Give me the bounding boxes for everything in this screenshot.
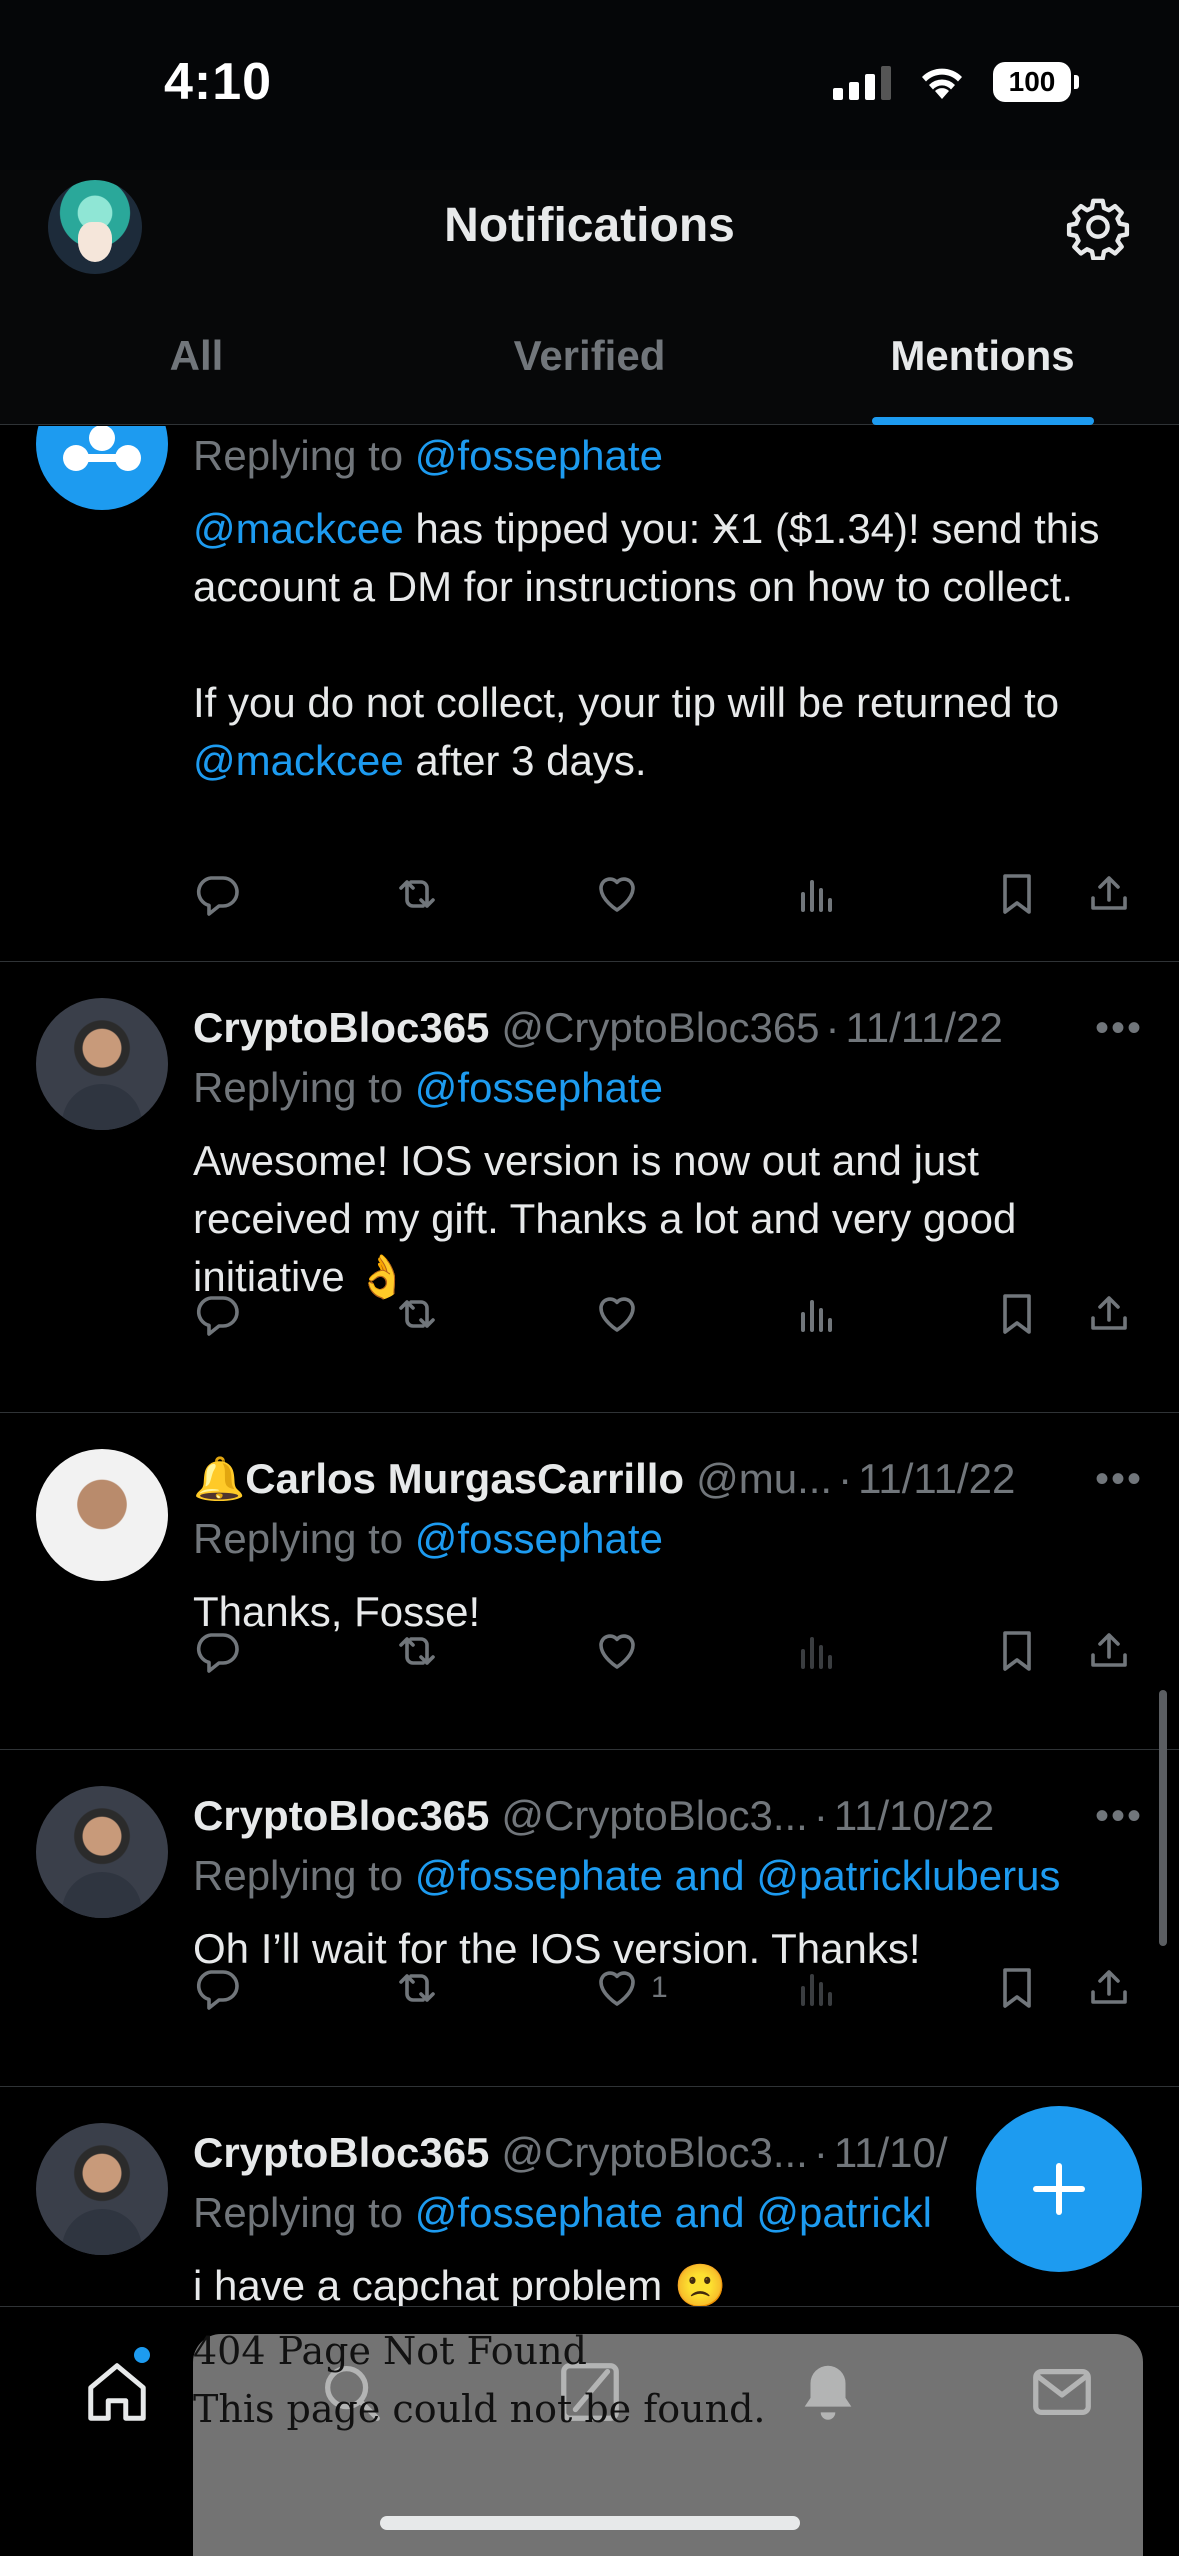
- tweet-actions: [193, 1284, 1139, 1344]
- wifi-icon: [922, 68, 962, 99]
- page-title: Notifications: [444, 199, 735, 252]
- battery-icon: 100: [993, 62, 1079, 102]
- tweet-text: i have a capchat problem 🙁: [193, 2262, 727, 2306]
- handle: @CryptoBloc365: [501, 1004, 820, 1051]
- tweet[interactable]: Replying to @fossephate @mackcee has tip…: [0, 426, 1179, 962]
- retweet-icon[interactable]: [393, 1958, 441, 2018]
- tweet-header: CryptoBloc365 @CryptoBloc3... · 11/10/22: [193, 1792, 995, 1840]
- tweet-text: @mackcee has tipped you: Ӿ1 ($1.34)! sen…: [193, 505, 1100, 610]
- mention-link[interactable]: @mackcee: [193, 505, 404, 552]
- bookmark-icon[interactable]: [993, 1284, 1041, 1344]
- home-icon[interactable]: [82, 2357, 152, 2427]
- avatar[interactable]: [36, 426, 168, 510]
- tab-mentions[interactable]: Mentions: [786, 320, 1179, 425]
- tab-verified[interactable]: Verified: [393, 320, 786, 425]
- handle: @CryptoBloc3...: [501, 1792, 808, 1839]
- scrollbar[interactable]: [1159, 1690, 1167, 1946]
- status-icons: 100: [833, 62, 1079, 102]
- avatar[interactable]: [36, 1786, 168, 1918]
- status-time: 4:10: [164, 53, 273, 111]
- reply-context: Replying to @fossephate: [193, 1064, 663, 1112]
- like-icon[interactable]: 1: [593, 1958, 668, 2018]
- reply-mention-link[interactable]: @fossephate: [415, 1515, 663, 1563]
- share-icon[interactable]: [1085, 1621, 1133, 1681]
- tweet-date: 11/10/: [833, 2129, 948, 2176]
- retweet-icon[interactable]: [393, 1621, 441, 1681]
- like-count: 1: [651, 1971, 668, 2004]
- notifications-header: Notifications All Verified Mentions: [0, 170, 1179, 425]
- retweet-icon[interactable]: [393, 1284, 441, 1344]
- reply-icon[interactable]: [193, 864, 241, 924]
- compose-icon[interactable]: [976, 2106, 1142, 2272]
- like-icon[interactable]: [593, 1621, 641, 1681]
- reply-icon[interactable]: [193, 1621, 241, 1681]
- views-icon[interactable]: [793, 1621, 841, 1681]
- share-icon[interactable]: [1085, 864, 1133, 924]
- tweet-date: 11/11/22: [858, 1455, 1016, 1502]
- tweet-actions: [193, 1621, 1139, 1681]
- status-bar: 4:10 100: [0, 0, 1179, 170]
- tweet-actions: [193, 864, 1139, 924]
- tweet[interactable]: 🔔Carlos MurgasCarrillo @mu... · 11/11/22…: [0, 1413, 1179, 1750]
- reply-icon[interactable]: [193, 1284, 241, 1344]
- like-icon[interactable]: [593, 864, 641, 924]
- tweet-date: 11/11/22: [845, 1004, 1003, 1051]
- reply-context: Replying to @fossephate: [193, 1515, 663, 1563]
- tweet-actions: 1: [193, 1958, 1139, 2018]
- tweet-date: 11/10/22: [833, 1792, 995, 1839]
- bookmark-icon[interactable]: [993, 864, 1041, 924]
- display-name[interactable]: CryptoBloc365: [193, 1792, 489, 1840]
- display-name[interactable]: CryptoBloc365: [193, 2129, 489, 2177]
- error-overlay-text: 404 Page Not Found This page could not b…: [193, 2322, 766, 2438]
- handle: @CryptoBloc3...: [501, 2129, 808, 2176]
- like-icon[interactable]: [593, 1284, 641, 1344]
- handle: @mu...: [696, 1455, 833, 1502]
- home-unread-dot: [134, 2347, 150, 2363]
- tweet[interactable]: CryptoBloc365 @CryptoBloc3... · 11/10/22…: [0, 1750, 1179, 2087]
- share-icon[interactable]: [1085, 1958, 1133, 2018]
- share-icon[interactable]: [1085, 1284, 1133, 1344]
- tweet-header: 🔔Carlos MurgasCarrillo @mu... · 11/11/22: [193, 1454, 1016, 1504]
- bookmark-icon[interactable]: [993, 1958, 1041, 2018]
- reply-mention-link[interactable]: @fossephate and @patrickluberus: [415, 1852, 1061, 1900]
- tweet[interactable]: CryptoBloc365 @CryptoBloc365 · 11/11/22 …: [0, 962, 1179, 1413]
- display-name[interactable]: 🔔Carlos MurgasCarrillo: [193, 1455, 684, 1504]
- notification-tabs: All Verified Mentions: [0, 320, 1179, 425]
- mention-link[interactable]: @mackcee: [193, 737, 404, 784]
- more-options-icon[interactable]: •••: [1095, 998, 1143, 1058]
- more-options-icon[interactable]: •••: [1095, 1786, 1143, 1846]
- views-icon[interactable]: [793, 1958, 841, 2018]
- tweet-text: Awesome! IOS version is now out and just…: [193, 1137, 1017, 1300]
- signal-icon: [833, 64, 891, 100]
- reply-mention-link[interactable]: @fossephate: [415, 432, 663, 480]
- views-icon[interactable]: [793, 1284, 841, 1344]
- gear-icon[interactable]: [1065, 194, 1131, 260]
- display-name[interactable]: CryptoBloc365: [193, 1004, 489, 1052]
- mentions-feed: Replying to @fossephate @mackcee has tip…: [0, 426, 1179, 2306]
- bookmark-icon[interactable]: [993, 1621, 1041, 1681]
- tweet-text-2: If you do not collect, your tip will be …: [193, 679, 1060, 784]
- retweet-icon[interactable]: [393, 864, 441, 924]
- error-title: 404 Page Not Found: [193, 2329, 587, 2373]
- reply-context: Replying to @fossephate: [193, 432, 663, 480]
- battery-level: 100: [993, 62, 1071, 102]
- avatar[interactable]: [36, 2123, 168, 2255]
- more-options-icon[interactable]: •••: [1095, 1449, 1143, 1509]
- views-icon[interactable]: [793, 864, 841, 924]
- reply-mention-link[interactable]: @fossephate and @patrickl: [415, 2189, 932, 2237]
- tab-all[interactable]: All: [0, 320, 393, 425]
- home-indicator: [380, 2516, 800, 2530]
- reply-mention-link[interactable]: @fossephate: [415, 1064, 663, 1112]
- reply-context: Replying to @fossephate and @patricklube…: [193, 1852, 1061, 1900]
- avatar[interactable]: [36, 998, 168, 1130]
- reply-icon[interactable]: [193, 1958, 241, 2018]
- avatar[interactable]: [36, 1449, 168, 1581]
- error-message: This page could not be found.: [193, 2387, 766, 2431]
- tweet-header: CryptoBloc365 @CryptoBloc365 · 11/11/22: [193, 1004, 1003, 1052]
